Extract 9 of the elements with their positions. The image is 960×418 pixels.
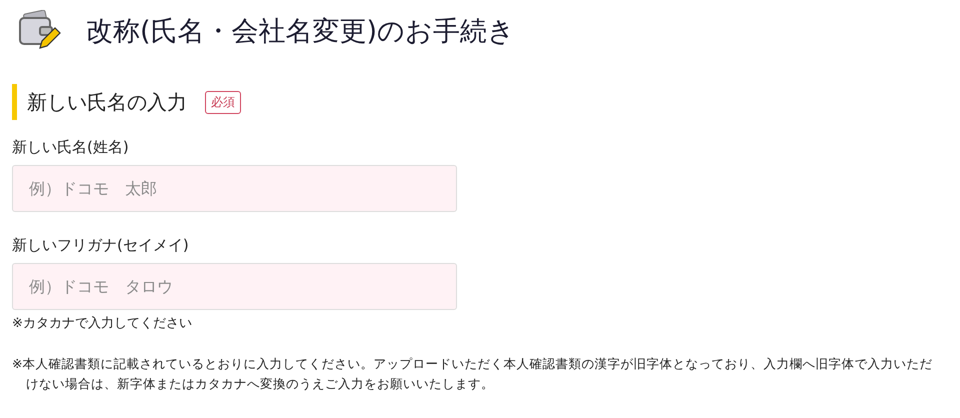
required-badge: 必須 — [205, 90, 241, 114]
field-label: 新しいフリガナ(セイメイ) — [12, 236, 190, 255]
input-field[interactable]: 例）ドコモ タロウ — [12, 263, 457, 310]
input-field[interactable]: 例）ドコモ 太郎 — [12, 165, 457, 212]
field-label: 新しい氏名(姓名) — [12, 138, 130, 157]
section-title: 新しい氏名の入力 — [27, 88, 187, 116]
page-title: 改称(氏名・会社名変更)のお手続き — [86, 15, 516, 49]
field-hint: ※カタカナで入力してください — [12, 315, 193, 332]
note-text: ※本人確認書類に記載されているとおりに入力してください。アップロードいただく本人確認書類の漢字が旧字体となっており、入力欄へ旧字体で入力いただけない場合は、新字体またはカタカナへ変換のうえご入力をお願いいたします。 — [12, 355, 934, 393]
